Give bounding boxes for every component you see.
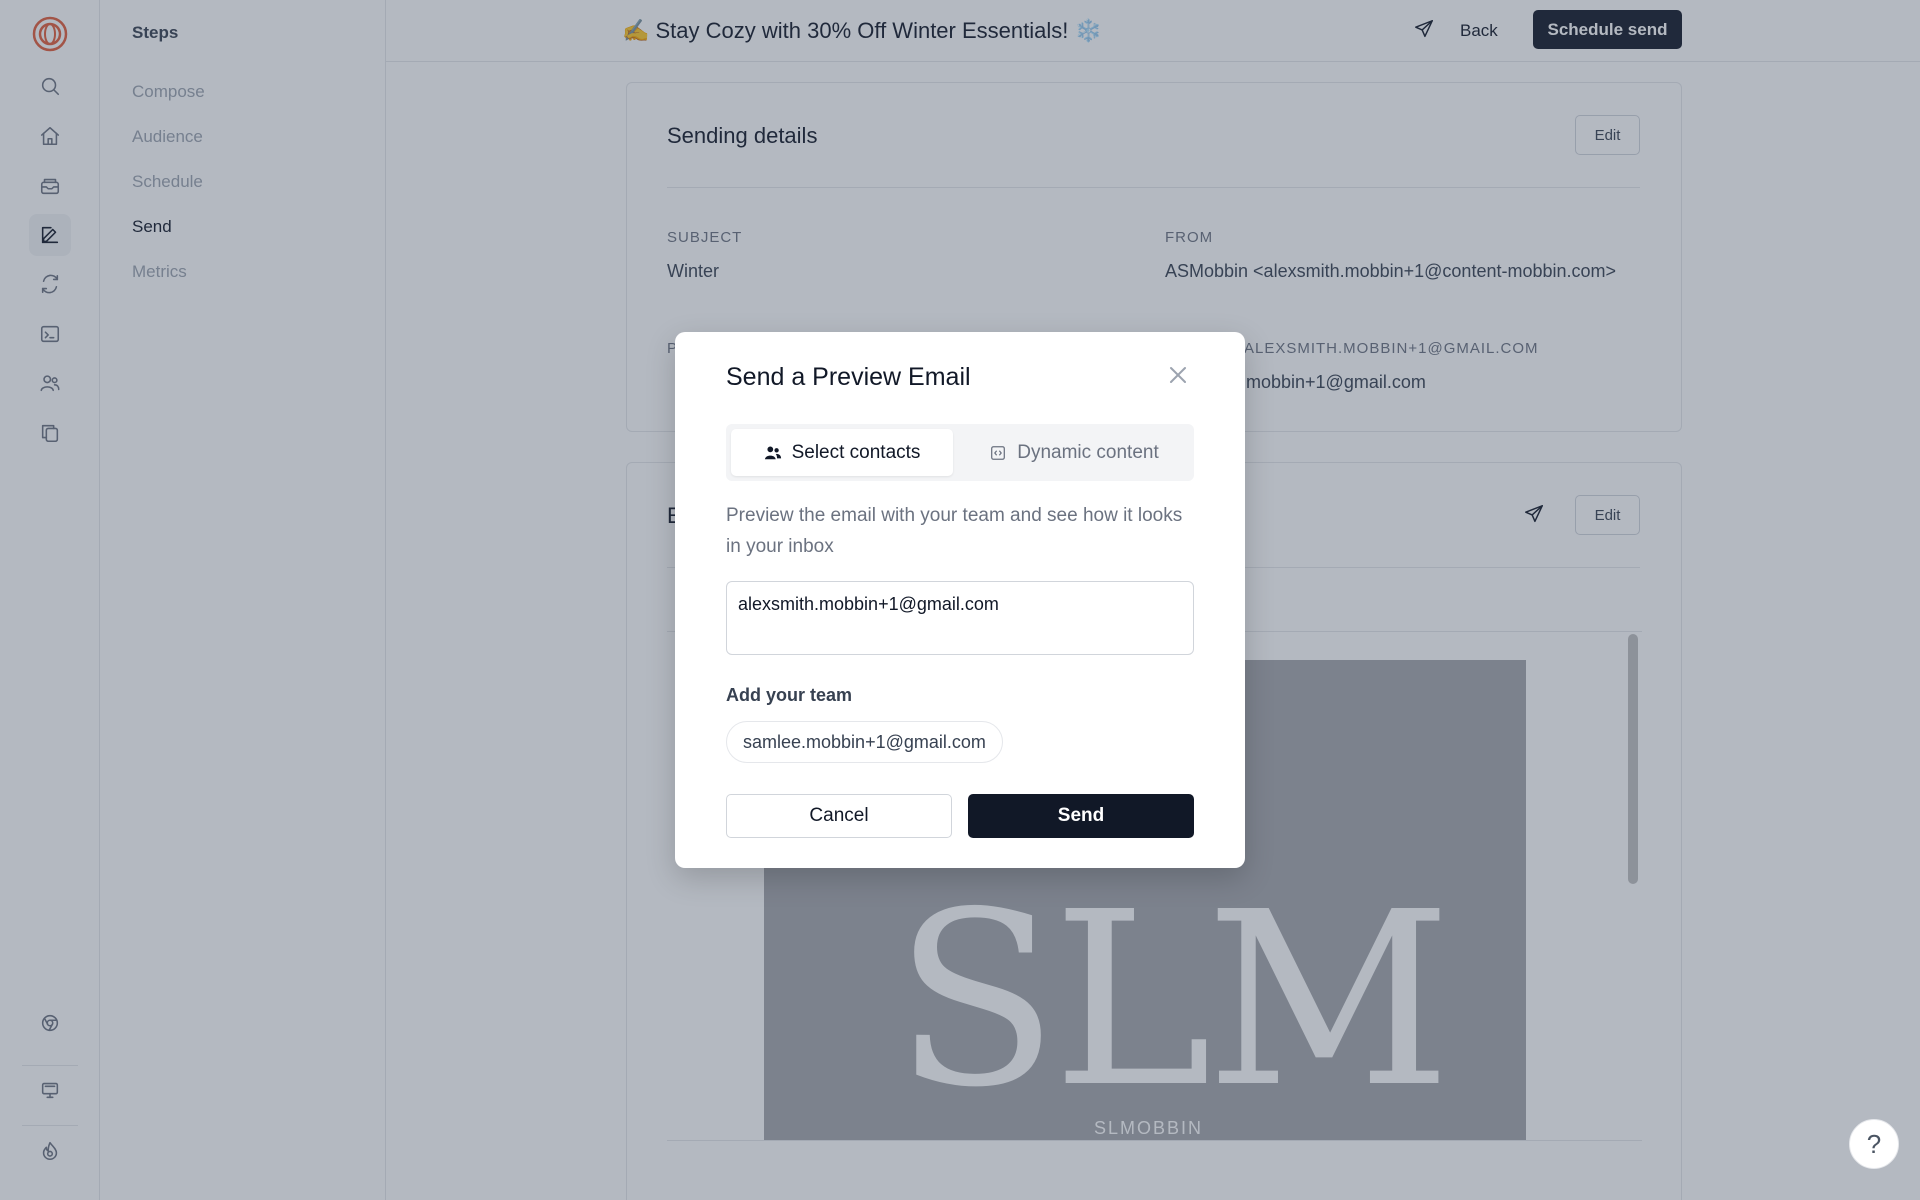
help-button[interactable]: ? xyxy=(1849,1119,1899,1169)
close-icon[interactable] xyxy=(1169,366,1193,390)
preview-emails-field[interactable] xyxy=(726,581,1194,655)
send-button[interactable]: Send xyxy=(968,794,1194,838)
tab-select-contacts[interactable]: Select contacts xyxy=(731,429,953,476)
team-member-chip[interactable]: samlee.mobbin+1@gmail.com xyxy=(726,721,1003,763)
modal-title: Send a Preview Email xyxy=(726,363,971,391)
tab-label: Dynamic content xyxy=(1017,441,1159,463)
send-preview-modal: Send a Preview Email Select contacts Dyn… xyxy=(675,332,1245,868)
tab-label: Select contacts xyxy=(791,441,921,463)
users-icon xyxy=(764,446,781,459)
cancel-button[interactable]: Cancel xyxy=(726,794,952,838)
tab-dynamic-content[interactable]: Dynamic content xyxy=(959,429,1189,476)
code-icon xyxy=(991,445,1006,460)
modal-description: Preview the email with your team and see… xyxy=(726,505,1183,557)
recipient-mode-tabs: Select contacts Dynamic content xyxy=(726,424,1194,481)
add-team-label: Add your team xyxy=(726,685,853,705)
